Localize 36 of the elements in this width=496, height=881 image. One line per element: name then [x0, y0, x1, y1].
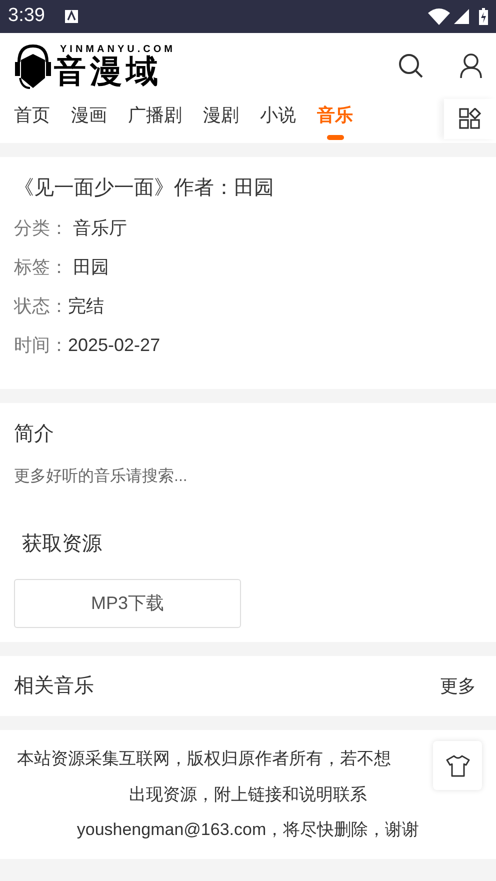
intro-heading: 简介 [14, 422, 55, 447]
resource-heading: 获取资源 [22, 532, 103, 557]
more-link[interactable]: 更多 [440, 672, 476, 700]
field-label: 状态： [14, 295, 68, 318]
footer-text: 出现资源，附上链接和说明联系 [129, 784, 367, 806]
theme-button[interactable] [433, 741, 482, 790]
notification-icon [64, 10, 78, 23]
headphone-logo-icon [14, 42, 52, 90]
nav-tab[interactable]: 漫剧 [203, 99, 239, 140]
download-button[interactable]: MP3下载 [14, 579, 241, 628]
logo-domain: YINMANYU.COM [60, 45, 176, 55]
field-value: 完结 [68, 295, 104, 318]
logo-name: 音漫域 [54, 55, 163, 87]
nav-tab[interactable]: 小说 [260, 99, 296, 140]
user-icon [460, 53, 482, 79]
song-title: 《见一面少一面》作者：田园 [14, 176, 275, 201]
field-value: 音乐厅 [72, 217, 128, 240]
search-icon [398, 53, 424, 79]
footer-text: youshengman@163.com，将尽快删除，谢谢 [76, 819, 420, 841]
field-label: 时间： [14, 334, 68, 357]
related-heading: 相关音乐 [14, 674, 94, 699]
status-time: 3:39 [8, 4, 45, 28]
t-shirt-icon [446, 754, 470, 776]
footer-text: 本站资源采集互联网，版权归原作者所有，若不想 [16, 748, 391, 770]
intro-text: 更多好听的音乐请搜索... [14, 466, 188, 487]
nav-tab[interactable]: 广播剧 [128, 99, 182, 140]
field-label: 分类： [14, 217, 68, 240]
wifi-icon [428, 8, 450, 25]
battery-icon [479, 8, 488, 25]
field-label: 标签： [14, 256, 68, 279]
nav-tab[interactable]: 漫画 [71, 99, 107, 140]
grid-menu-icon[interactable] [459, 108, 481, 130]
field-value: 田园 [72, 256, 110, 279]
nav-tab[interactable]: 首页 [14, 99, 50, 140]
field-value: 2025-02-27 [68, 334, 160, 357]
signal-icon [454, 9, 469, 24]
